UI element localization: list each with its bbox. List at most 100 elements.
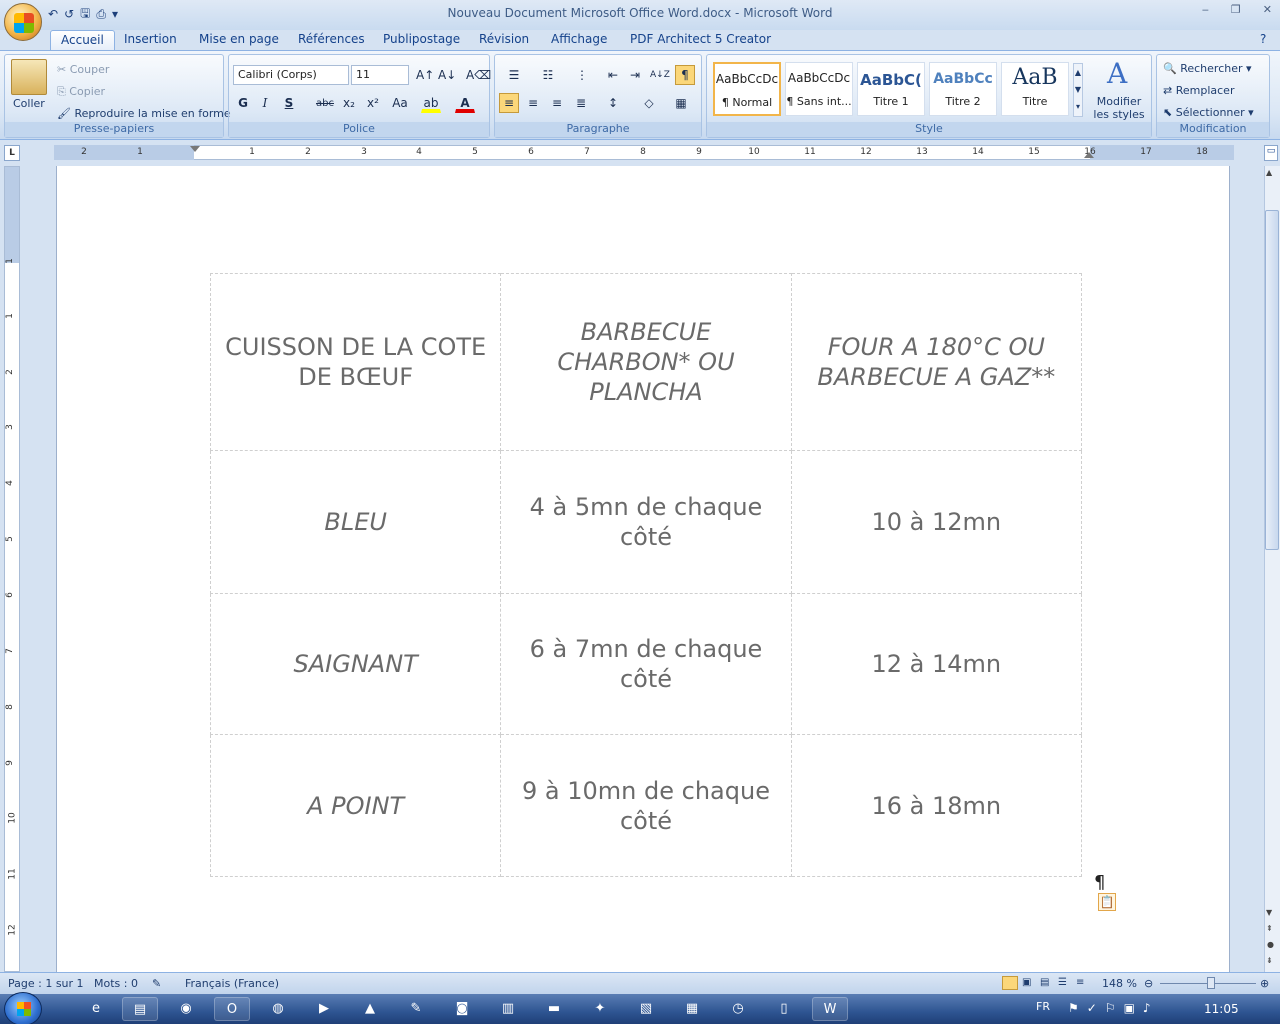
zoom-out-icon[interactable]: ⊖ xyxy=(1144,977,1153,990)
align-center-icon[interactable]: ≡ xyxy=(523,93,543,113)
line-spacing-icon[interactable]: ↕ xyxy=(599,93,627,113)
align-left-icon[interactable]: ≡ xyxy=(499,93,519,113)
cut-button[interactable]: ✂ Couper xyxy=(57,63,109,76)
table-cell[interactable]: BARBECUE CHARBON* OU PLANCHA xyxy=(500,273,792,451)
clock-app-icon[interactable]: ◷ xyxy=(720,997,756,1021)
web-layout-icon[interactable]: ▤ xyxy=(1040,977,1049,988)
subscript-button[interactable]: x₂ xyxy=(339,93,359,113)
first-line-indent-marker[interactable] xyxy=(190,146,200,160)
grow-font-icon[interactable]: A↑ xyxy=(415,65,435,85)
full-screen-icon[interactable]: ▣ xyxy=(1022,977,1031,988)
tab-revision[interactable]: Révision xyxy=(469,30,539,50)
language-indicator[interactable]: FR xyxy=(1036,1000,1050,1013)
view-ruler-icon[interactable]: ▭ xyxy=(1264,145,1278,161)
app-icon[interactable]: ▥ xyxy=(490,997,526,1021)
media-player-icon[interactable]: ▶ xyxy=(306,997,342,1021)
borders-icon[interactable]: ▦ xyxy=(667,93,695,113)
bullets-icon[interactable]: ☰ xyxy=(499,65,529,85)
shading-icon[interactable]: ◇ xyxy=(635,93,663,113)
page-count[interactable]: Page : 1 sur 1 xyxy=(8,977,84,990)
print-layout-icon[interactable] xyxy=(1002,976,1018,990)
bold-button[interactable]: G xyxy=(233,93,253,113)
sort-icon[interactable]: A↓Z xyxy=(649,65,670,85)
paste-options-icon[interactable]: 📋 xyxy=(1098,893,1116,911)
clock[interactable]: 11:05 xyxy=(1204,1002,1239,1016)
tab-insertion[interactable]: Insertion xyxy=(114,30,187,50)
scroll-up-icon[interactable]: ▲ xyxy=(1266,168,1272,177)
select-button[interactable]: ⬉ Sélectionner ▾ xyxy=(1163,106,1254,119)
align-right-icon[interactable]: ≡ xyxy=(547,93,567,113)
table-cell[interactable]: A POINT xyxy=(209,734,502,877)
copy-button[interactable]: ⎘ Copier xyxy=(57,85,105,99)
tray-icons[interactable]: ⚑✓⚐▣♪ xyxy=(1068,1001,1159,1015)
paste-icon[interactable] xyxy=(11,59,47,95)
paint-icon[interactable]: ✎ xyxy=(398,997,434,1021)
tab-accueil[interactable]: Accueil xyxy=(50,30,115,50)
right-indent-marker[interactable] xyxy=(1084,150,1094,158)
shrink-font-icon[interactable]: A↓ xyxy=(437,65,457,85)
tab-affichage[interactable]: Affichage xyxy=(541,30,617,50)
next-page-icon[interactable]: ⇟ xyxy=(1266,956,1273,965)
proofing-icon[interactable]: ✎ xyxy=(152,977,161,990)
minimize-button[interactable]: ‒ xyxy=(1202,3,1209,16)
app-icon[interactable]: ▧ xyxy=(628,997,664,1021)
clear-format-icon[interactable]: A⌫ xyxy=(465,65,491,85)
firefox-icon[interactable]: ◉ xyxy=(168,997,204,1021)
scrollbar-thumb[interactable] xyxy=(1265,210,1279,550)
show-formatting-button[interactable]: ¶ xyxy=(675,65,695,85)
close-button[interactable]: ✕ xyxy=(1263,3,1272,16)
word-icon[interactable]: W xyxy=(812,997,848,1021)
highlight-icon[interactable]: ab xyxy=(421,93,441,113)
strikethrough-button[interactable]: abc xyxy=(313,93,337,113)
table-cell[interactable]: 4 à 5mn de chaque côté xyxy=(500,450,792,594)
table-cell[interactable]: 16 à 18mn xyxy=(790,734,1083,877)
app-icon[interactable]: ◍ xyxy=(260,997,296,1021)
tab-selector-icon[interactable]: L xyxy=(4,145,20,161)
zoom-slider-thumb[interactable] xyxy=(1207,977,1215,989)
help-icon[interactable]: ? xyxy=(1256,30,1270,50)
outline-icon[interactable]: ☰ xyxy=(1058,977,1067,988)
tab-references[interactable]: Références xyxy=(288,30,375,50)
font-size-select[interactable]: 11 xyxy=(351,65,409,85)
draft-icon[interactable]: ≡ xyxy=(1076,977,1084,988)
zoom-in-icon[interactable]: ⊕ xyxy=(1260,977,1269,990)
font-name-select[interactable]: Calibri (Corps) xyxy=(233,65,349,85)
style-no-spacing[interactable]: AaBbCcDc ¶ Sans int... xyxy=(785,62,853,116)
table-cell[interactable]: CUISSON DE LA COTE DE BŒUF xyxy=(209,273,502,451)
table-cell[interactable]: BLEU xyxy=(209,450,502,594)
browse-object-icon[interactable]: ● xyxy=(1267,940,1274,949)
decrease-indent-icon[interactable]: ⇤ xyxy=(603,65,623,85)
style-normal[interactable]: AaBbCcDc ¶ Normal xyxy=(713,62,781,116)
style-heading-2[interactable]: AaBbCc Titre 2 xyxy=(929,62,997,116)
tab-publipostage[interactable]: Publipostage xyxy=(373,30,470,50)
opera-icon[interactable]: O xyxy=(214,997,250,1021)
increase-indent-icon[interactable]: ⇥ xyxy=(625,65,645,85)
replace-button[interactable]: ⇄ Remplacer xyxy=(1163,84,1234,97)
app-icon[interactable]: ◙ xyxy=(444,997,480,1021)
superscript-button[interactable]: x² xyxy=(363,93,383,113)
modify-styles-button[interactable]: Modifier les styles xyxy=(1089,95,1149,121)
multilevel-list-icon[interactable]: ⋮ xyxy=(567,65,597,85)
font-color-icon[interactable]: A xyxy=(455,93,475,113)
style-title[interactable]: AaB Titre xyxy=(1001,62,1069,116)
office-button[interactable] xyxy=(4,3,42,41)
app-icon[interactable]: ✦ xyxy=(582,997,618,1021)
maximize-button[interactable]: ❐ xyxy=(1231,3,1241,16)
tab-pdf-architect[interactable]: PDF Architect 5 Creator xyxy=(620,30,781,50)
word-count[interactable]: Mots : 0 xyxy=(94,977,138,990)
cmd-icon[interactable]: ▬ xyxy=(536,997,572,1021)
styles-scroll-icon[interactable]: ▲ ▼ ▾ xyxy=(1073,63,1083,117)
table-cell[interactable]: SAIGNANT xyxy=(209,593,502,735)
numbering-icon[interactable]: ☷ xyxy=(533,65,563,85)
table-cell[interactable]: 6 à 7mn de chaque côté xyxy=(500,593,792,735)
find-button[interactable]: 🔍 Rechercher ▾ xyxy=(1163,62,1252,75)
table-cell[interactable]: 9 à 10mn de chaque côté xyxy=(500,734,792,877)
app-icon[interactable]: ▦ xyxy=(674,997,710,1021)
vlc-icon[interactable]: ▲ xyxy=(352,997,388,1021)
underline-button[interactable]: S xyxy=(279,93,299,113)
modify-styles-icon[interactable]: A xyxy=(1107,59,1131,89)
table-cell[interactable]: 12 à 14mn xyxy=(790,593,1083,735)
change-case-button[interactable]: Aa xyxy=(387,93,413,113)
notepad-icon[interactable]: ▯ xyxy=(766,997,802,1021)
justify-icon[interactable]: ≣ xyxy=(571,93,591,113)
